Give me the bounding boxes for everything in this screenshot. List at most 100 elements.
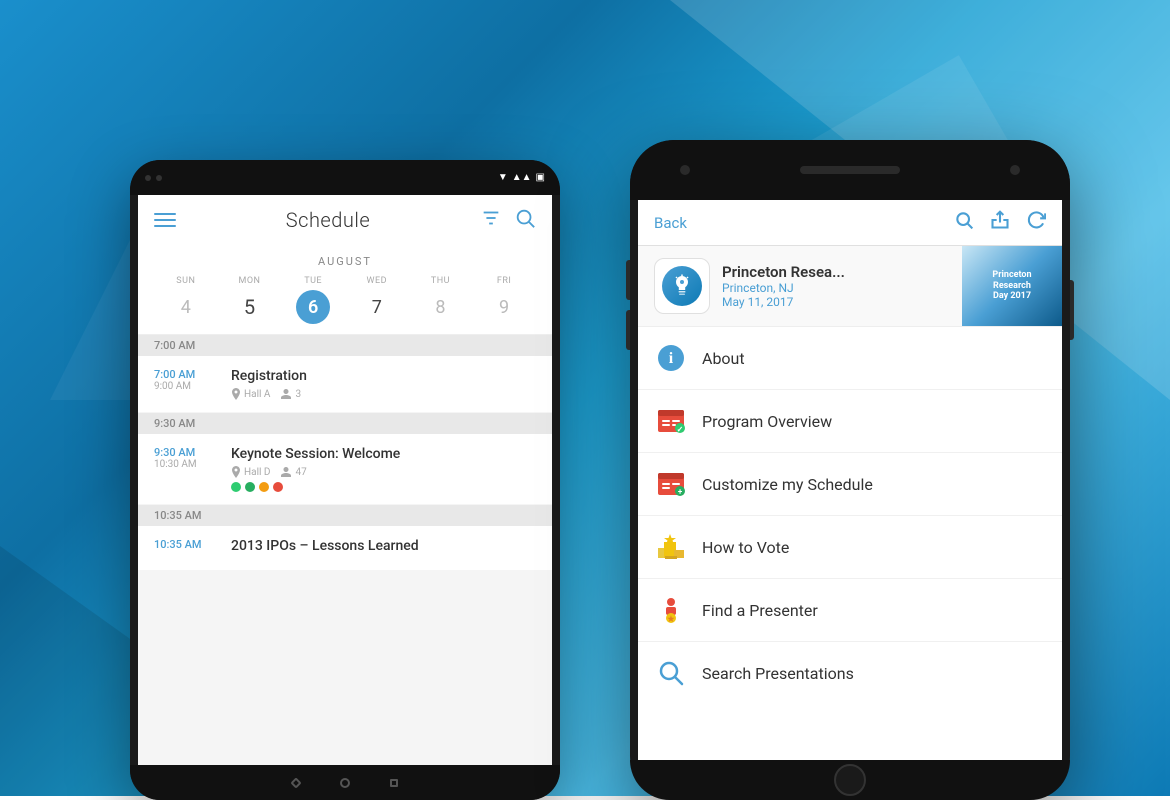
event-logo-circle	[662, 266, 702, 306]
menu-item-program-overview[interactable]: ✓ Program Overview	[638, 390, 1062, 453]
item-details-keynote: Keynote Session: Welcome Hall D 47	[231, 446, 536, 492]
search-icon[interactable]	[514, 207, 536, 233]
menu-item-search-presentations[interactable]: Search Presentations	[638, 642, 1062, 704]
attendees-registration: 3	[280, 389, 301, 400]
ios-share-icon[interactable]	[990, 210, 1010, 235]
android-camera	[145, 175, 162, 181]
event-bg-image: PrincetonResearchDay 2017	[962, 246, 1062, 326]
iphone-camera	[680, 165, 690, 175]
volume-down-button[interactable]	[626, 310, 630, 350]
menu-item-how-to-vote[interactable]: How to Vote	[638, 516, 1062, 579]
item-name-ipos: 2013 IPOs – Lessons Learned	[231, 538, 536, 554]
android-back-btn[interactable]	[290, 777, 301, 788]
iphone-sensor	[1010, 165, 1020, 175]
home-button[interactable]	[834, 764, 866, 796]
item-meta-keynote: Hall D 47	[231, 466, 536, 478]
iphone-screen: Back	[638, 200, 1062, 760]
android-home-btn[interactable]	[340, 778, 350, 788]
iphone-bottom-bar	[630, 760, 1070, 800]
menu-item-customize-schedule[interactable]: + Customize my Schedule	[638, 453, 1062, 516]
time-divider-700: 7:00 AM	[138, 335, 552, 356]
how-to-vote-icon	[654, 530, 688, 564]
wifi-icon: ▼	[498, 172, 508, 183]
day-name-thu: THU	[431, 276, 450, 286]
schedule-item-keynote[interactable]: 9:30 AM 10:30 AM Keynote Session: Welcom…	[138, 434, 552, 504]
back-button[interactable]: Back	[654, 214, 687, 232]
day-col-fri[interactable]: FRI 9	[487, 276, 521, 324]
day-name-wed: WED	[367, 276, 388, 286]
item-time-ipos: 10:35 AM	[154, 538, 219, 558]
time-divider-1035: 10:35 AM	[138, 505, 552, 526]
dot-orange	[259, 482, 269, 492]
schedule-header: Schedule	[138, 195, 552, 245]
event-card: Princeton Resea... Princeton, NJ May 11,…	[638, 246, 1062, 327]
svg-text:+: +	[678, 488, 683, 497]
day-name-mon: MON	[238, 276, 260, 286]
iphone-top-bar	[630, 140, 1070, 200]
program-overview-icon: ✓	[654, 404, 688, 438]
svg-text:★: ★	[667, 615, 675, 624]
day-num-fri: 9	[487, 290, 521, 324]
location-keynote: Hall D	[231, 466, 270, 478]
android-status: ▼ ▲▲ ▣	[498, 172, 545, 183]
item-details-ipos: 2013 IPOs – Lessons Learned	[231, 538, 536, 558]
android-dot-1	[145, 175, 151, 181]
android-recent-btn[interactable]	[390, 779, 398, 787]
menu-item-find-presenter[interactable]: ★ Find a Presenter	[638, 579, 1062, 642]
schedule-list: 7:00 AM 7:00 AM 9:00 AM Registration Hal…	[138, 335, 552, 765]
signal-icon: ▲▲	[512, 172, 532, 183]
item-time-keynote: 9:30 AM 10:30 AM	[154, 446, 219, 492]
day-num-sun: 4	[169, 290, 203, 324]
svg-text:✓: ✓	[677, 425, 684, 434]
time-divider-930: 9:30 AM	[138, 413, 552, 434]
item-start-registration: 7:00 AM	[154, 368, 219, 381]
search-presentations-icon	[654, 656, 688, 690]
customize-schedule-icon: +	[654, 467, 688, 501]
android-phone: ▼ ▲▲ ▣ Schedule	[130, 160, 560, 800]
calendar-section: AUGUST SUN 4 MON 5 TUE 6	[138, 245, 552, 335]
android-dot-2	[156, 175, 162, 181]
color-dots-keynote	[231, 482, 536, 492]
ios-nav-icons	[954, 210, 1046, 235]
android-screen: Schedule	[138, 195, 552, 765]
ios-refresh-icon[interactable]	[1026, 210, 1046, 235]
ios-search-icon[interactable]	[954, 210, 974, 235]
day-col-sun[interactable]: SUN 4	[169, 276, 203, 324]
day-num-wed: 7	[360, 290, 394, 324]
event-logo	[654, 258, 710, 314]
item-name-keynote: Keynote Session: Welcome	[231, 446, 536, 462]
day-col-wed[interactable]: WED 7	[360, 276, 394, 324]
dot-green	[231, 482, 241, 492]
days-row: SUN 4 MON 5 TUE 6 WED	[154, 276, 536, 324]
day-col-tue[interactable]: TUE 6	[296, 276, 330, 324]
android-top-bar: ▼ ▲▲ ▣	[130, 160, 560, 195]
menu-list: i About	[638, 327, 1062, 704]
attendees-keynote: 47	[280, 467, 306, 478]
item-start-ipos: 10:35 AM	[154, 538, 219, 551]
svg-text:i: i	[669, 350, 674, 367]
item-time-registration: 7:00 AM 9:00 AM	[154, 368, 219, 400]
schedule-item-registration[interactable]: 7:00 AM 9:00 AM Registration Hall A	[138, 356, 552, 412]
power-button[interactable]	[1070, 280, 1074, 340]
location-registration: Hall A	[231, 388, 270, 400]
volume-up-button[interactable]	[626, 260, 630, 300]
search-presentations-label: Search Presentations	[702, 664, 854, 683]
battery-icon: ▣	[536, 172, 545, 183]
phones-container: ▼ ▲▲ ▣ Schedule	[0, 0, 1170, 796]
find-presenter-icon: ★	[654, 593, 688, 627]
ios-nav-bar: Back	[638, 200, 1062, 246]
item-end-registration: 9:00 AM	[154, 381, 219, 392]
item-start-keynote: 9:30 AM	[154, 446, 219, 459]
month-label: AUGUST	[154, 255, 536, 268]
hamburger-button[interactable]	[154, 213, 176, 227]
menu-item-about[interactable]: i About	[638, 327, 1062, 390]
event-bg-text: PrincetonResearchDay 2017	[992, 270, 1031, 302]
day-col-mon[interactable]: MON 5	[232, 276, 266, 324]
customize-schedule-label: Customize my Schedule	[702, 475, 873, 494]
header-icons	[480, 207, 536, 233]
filter-icon[interactable]	[480, 207, 502, 233]
schedule-item-ipos[interactable]: 10:35 AM 2013 IPOs – Lessons Learned	[138, 526, 552, 570]
day-col-thu[interactable]: THU 8	[423, 276, 457, 324]
how-to-vote-label: How to Vote	[702, 538, 789, 557]
about-label: About	[702, 349, 745, 368]
